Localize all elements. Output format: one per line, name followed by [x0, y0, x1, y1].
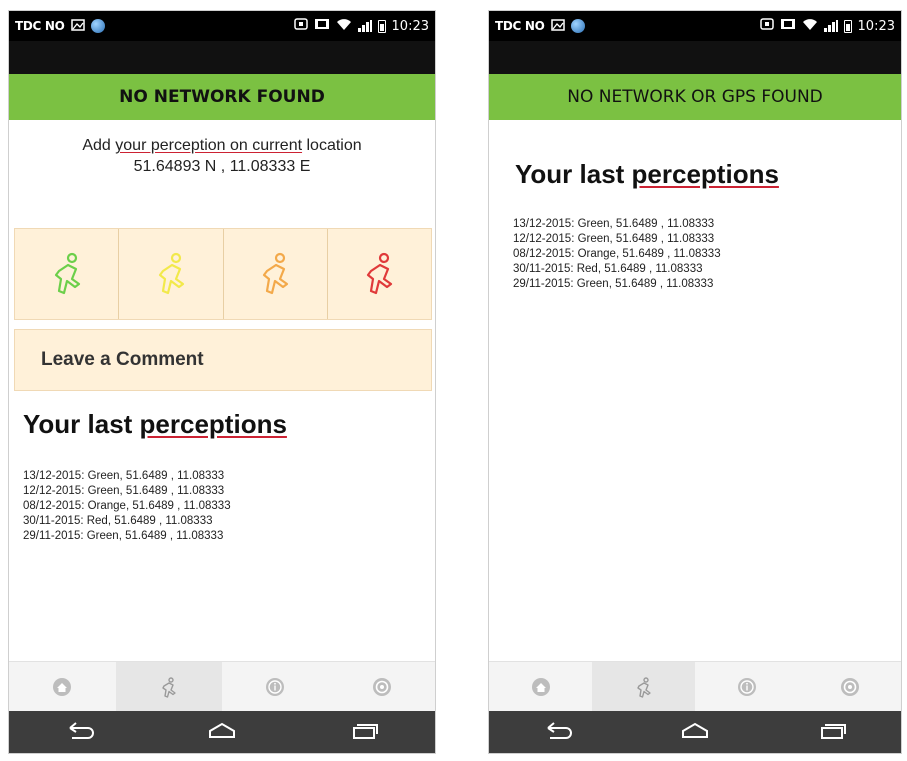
phone-screen-left: TDC NO 10:23 NO NETWORK FOUND Add your p…	[8, 10, 436, 754]
status-bar: TDC NO 10:23	[9, 11, 435, 41]
clock: 10:23	[391, 18, 429, 34]
tab-settings[interactable]	[329, 662, 436, 712]
list-item: 12/12-2015: Green, 51.6489 , 11.08333	[23, 485, 225, 497]
tab-settings[interactable]	[798, 662, 901, 712]
perception-button-orange[interactable]	[224, 229, 328, 319]
heading-underlined-text: perceptions	[139, 409, 287, 439]
wifi-icon	[336, 18, 352, 35]
list-item: 29/11-2015: Green, 51.6489 , 11.08333	[513, 278, 714, 290]
list-item: 13/12-2015: Green, 51.6489 , 11.08333	[23, 470, 225, 482]
home-nav-icon	[681, 722, 708, 738]
info-icon	[266, 678, 285, 696]
location-prompt: Add your perception on current location	[9, 135, 435, 156]
home-nav-icon	[209, 722, 235, 738]
leave-comment-button[interactable]: Leave a Comment	[14, 329, 432, 391]
settings-icon	[840, 678, 859, 696]
recent-apps-icon	[353, 724, 378, 739]
location-coordinates: 51.64893 N , 11.08333 E	[133, 158, 311, 175]
home-icon	[531, 678, 550, 696]
heading-text: Your last	[23, 409, 140, 439]
back-icon	[69, 722, 94, 739]
perception-button-green[interactable]	[15, 229, 120, 319]
runner-icon	[162, 677, 176, 698]
tab-home[interactable]	[9, 662, 116, 712]
list-item: 29/11-2015: Green, 51.6489 , 11.08333	[23, 530, 224, 542]
runner-green-icon	[54, 252, 80, 295]
info-icon	[737, 678, 756, 696]
sim-icon	[314, 18, 330, 34]
app-bar	[9, 41, 435, 74]
perception-list: 13/12-2015: Green, 51.6489 , 11.08333 12…	[23, 469, 231, 544]
tab-info[interactable]	[222, 662, 329, 712]
home-icon	[53, 678, 72, 696]
carrier-label: TDC NO	[15, 19, 65, 33]
tab-perception[interactable]	[592, 662, 695, 712]
carrier-label: TDC NO	[495, 19, 545, 33]
list-item: 30/11-2015: Red, 51.6489 , 11.08333	[23, 515, 213, 527]
runner-red-icon	[367, 252, 393, 295]
home-nav-button[interactable]	[677, 719, 713, 747]
home-nav-button[interactable]	[204, 719, 240, 747]
runner-orange-icon	[263, 252, 289, 295]
heading-text: Your last	[515, 159, 632, 189]
tab-home[interactable]	[489, 662, 592, 712]
network-banner: NO NETWORK FOUND	[9, 74, 435, 120]
prompt-text-end: location	[302, 137, 362, 154]
android-nav-bar	[489, 711, 901, 753]
nfc-icon	[293, 18, 308, 34]
clock: 10:23	[857, 18, 895, 34]
image-icon	[550, 18, 565, 34]
prompt-text: Add	[82, 137, 116, 154]
prompt-underlined-text: your perception on current	[115, 137, 303, 154]
back-nav-button[interactable]	[62, 719, 98, 747]
status-bar: TDC NO 10:23	[489, 11, 901, 41]
perception-button-yellow[interactable]	[119, 229, 224, 319]
last-perceptions-heading: Your last perceptions	[515, 159, 779, 190]
bottom-tab-bar	[489, 661, 901, 712]
signal-icon	[357, 20, 372, 32]
image-icon	[70, 18, 85, 34]
back-nav-button[interactable]	[540, 719, 576, 747]
list-item: 13/12-2015: Green, 51.6489 , 11.08333	[513, 218, 715, 230]
battery-icon	[843, 19, 852, 33]
list-item: 12/12-2015: Green, 51.6489 , 11.08333	[513, 233, 715, 245]
nfc-icon	[759, 18, 774, 34]
perception-list: 13/12-2015: Green, 51.6489 , 11.08333 12…	[513, 217, 721, 292]
location-section: Add your perception on current location …	[9, 135, 435, 177]
sim-icon	[780, 18, 796, 34]
recent-apps-nav-button[interactable]	[346, 719, 382, 747]
recent-apps-nav-button[interactable]	[814, 719, 850, 747]
back-icon	[547, 722, 572, 739]
tab-perception[interactable]	[115, 662, 222, 712]
bottom-tab-bar	[9, 661, 435, 712]
wifi-icon	[802, 18, 818, 35]
perception-buttons	[14, 228, 432, 320]
list-item: 30/11-2015: Red, 51.6489 , 11.08333	[513, 263, 703, 275]
android-nav-bar	[9, 711, 435, 753]
globe-icon	[570, 19, 585, 33]
settings-icon	[372, 678, 391, 696]
runner-yellow-icon	[158, 252, 184, 295]
app-bar	[489, 41, 901, 74]
phone-screen-right: TDC NO 10:23 NO NETWORK OR GPS FOUND You…	[488, 10, 902, 754]
network-banner: NO NETWORK OR GPS FOUND	[489, 74, 901, 120]
last-perceptions-heading: Your last perceptions	[23, 409, 287, 440]
heading-underlined-text: perceptions	[631, 159, 779, 189]
globe-icon	[90, 19, 105, 33]
battery-icon	[377, 19, 386, 33]
runner-icon	[636, 677, 651, 698]
tab-info[interactable]	[695, 662, 798, 712]
list-item: 08/12-2015: Orange, 51.6489 , 11.08333	[513, 248, 721, 260]
list-item: 08/12-2015: Orange, 51.6489 , 11.08333	[23, 500, 231, 512]
perception-button-red[interactable]	[328, 229, 431, 319]
signal-icon	[823, 20, 838, 32]
recent-apps-icon	[821, 724, 847, 739]
